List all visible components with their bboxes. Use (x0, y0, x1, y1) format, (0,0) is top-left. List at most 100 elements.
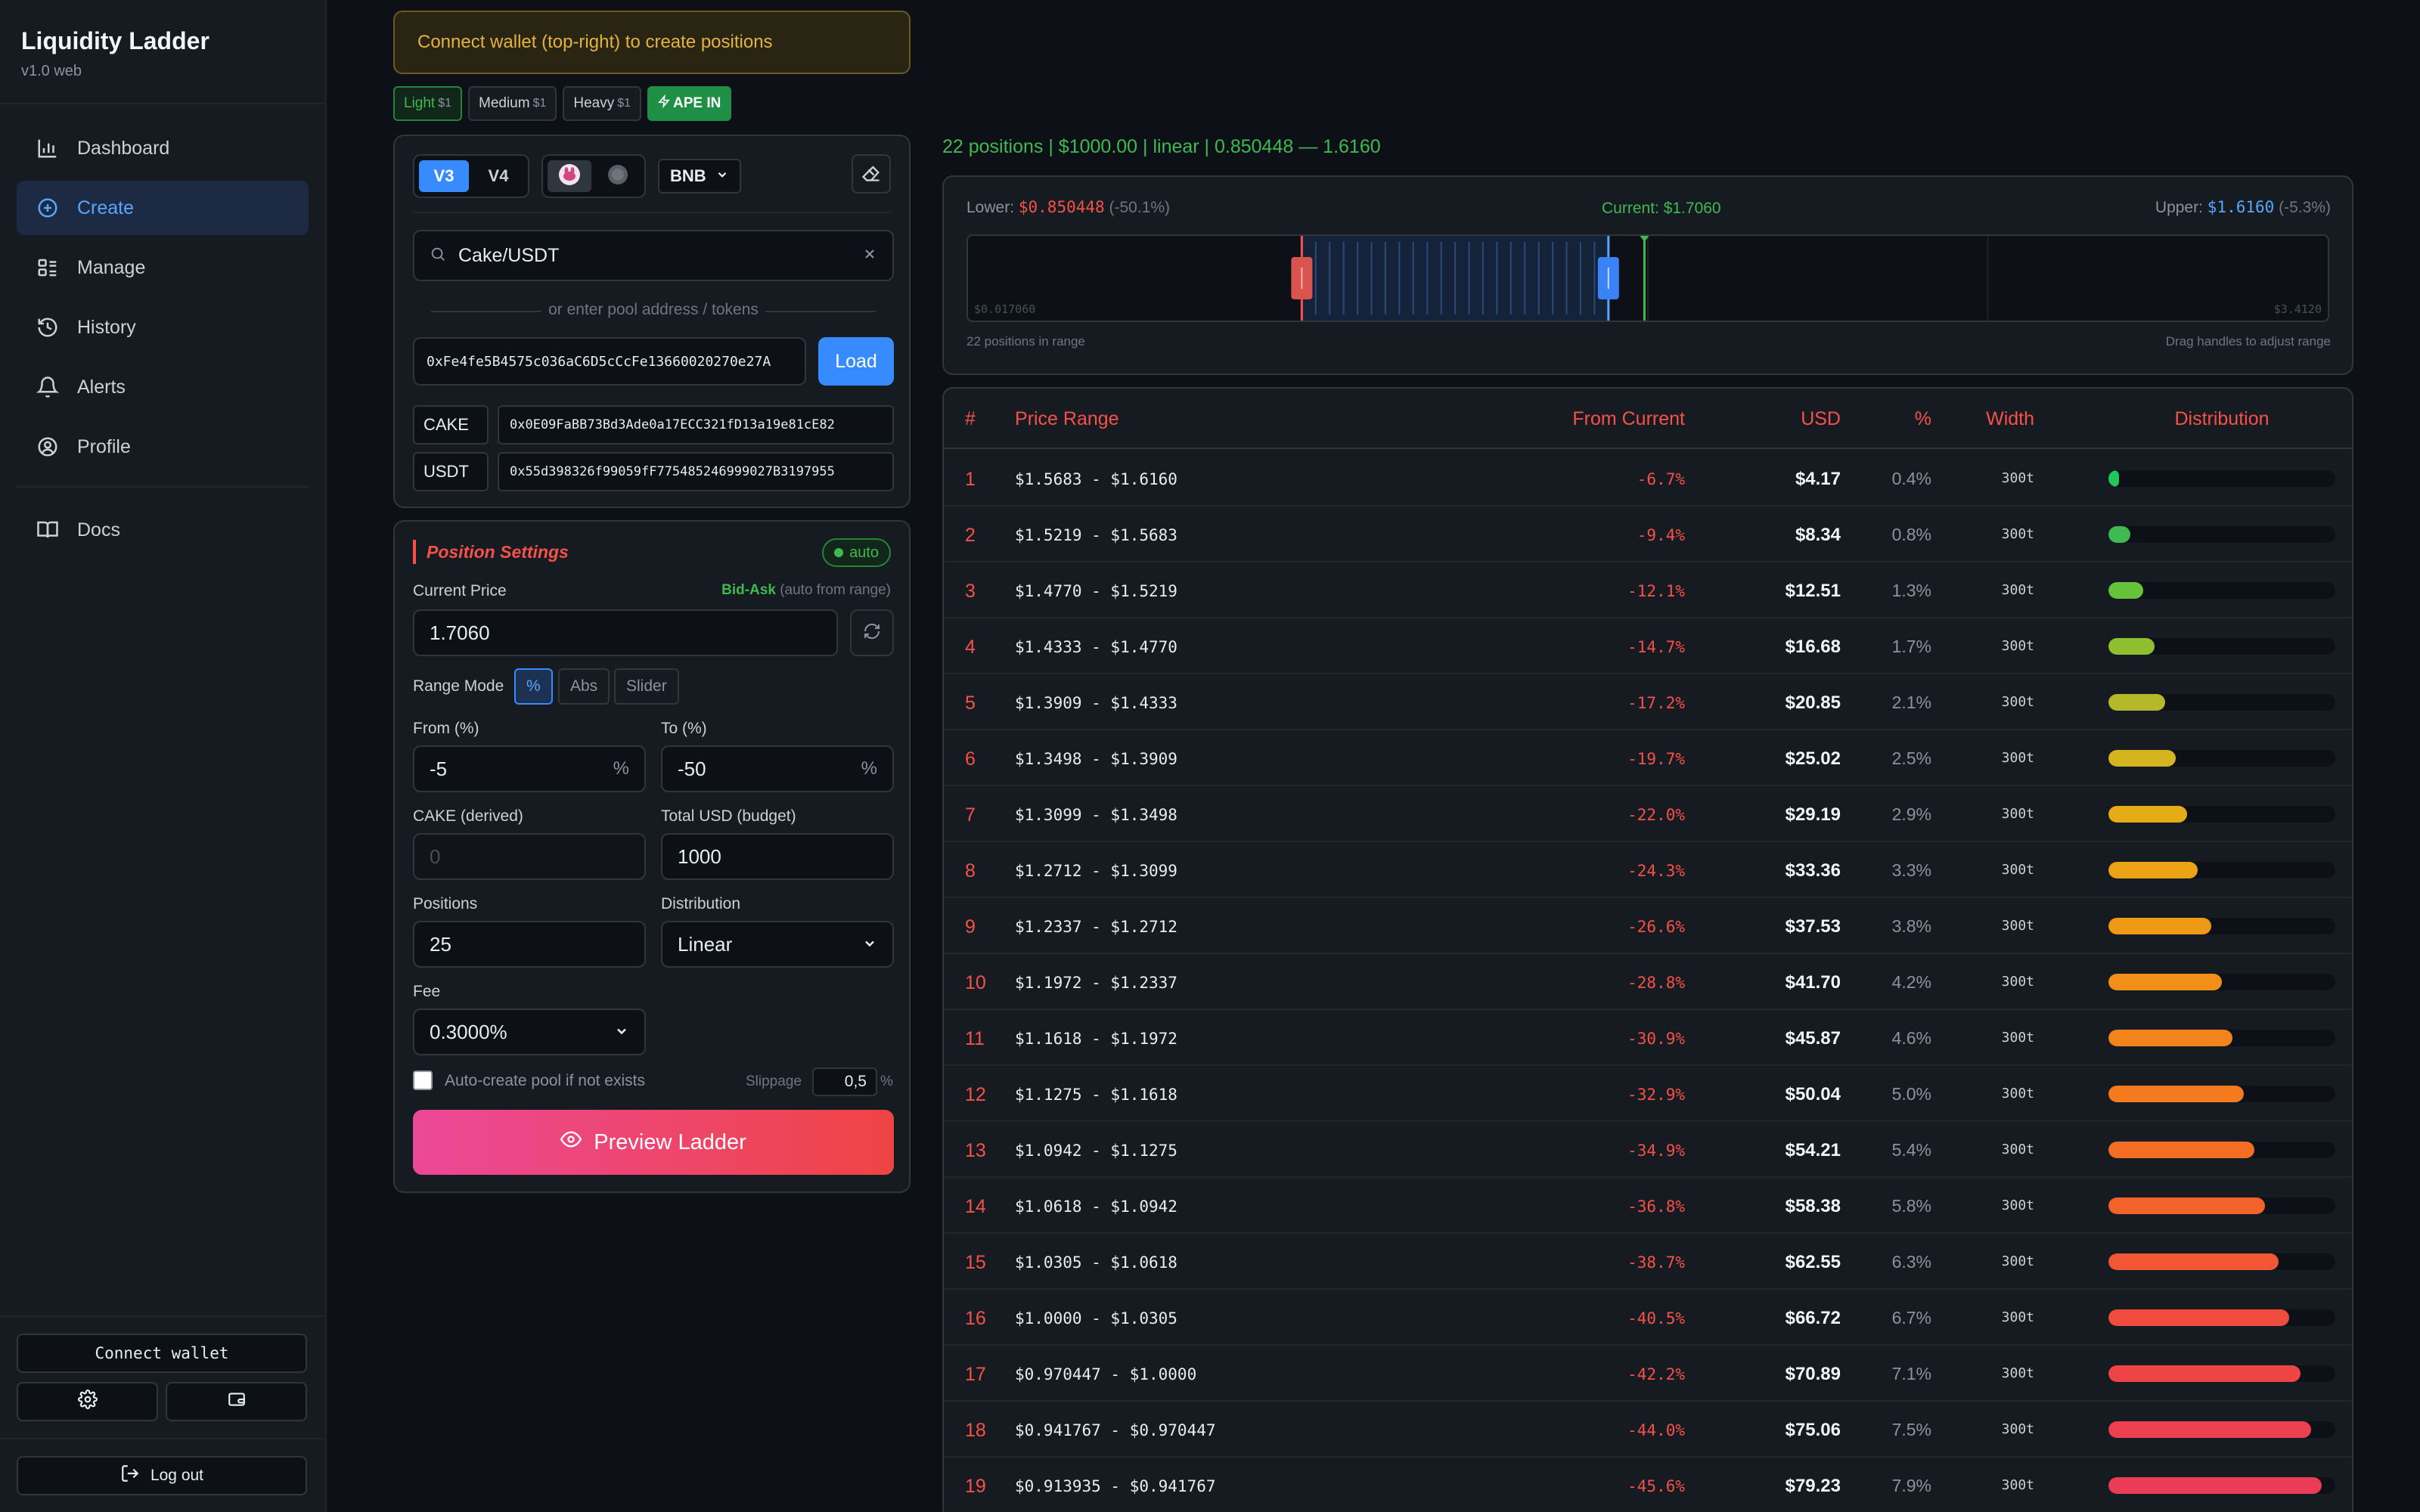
plus-circle-icon (36, 197, 59, 219)
budget-input[interactable]: 1000 (661, 833, 894, 880)
row-pct: 7.5% (1891, 1420, 1931, 1439)
table-row[interactable]: 14 $1.0618 - $1.0942 -36.8% $58.38 5.8% 300t (944, 1178, 2352, 1234)
sidebar-item-alerts[interactable]: Alerts (17, 360, 309, 414)
chain-select[interactable]: BNB (658, 159, 741, 194)
ape-in-button[interactable]: APE IN (647, 86, 732, 121)
sidebar-item-docs[interactable]: Docs (17, 503, 309, 557)
distribution-fill (2108, 750, 2176, 767)
load-button[interactable]: Load (818, 337, 894, 386)
dex-uniswap-button[interactable] (596, 160, 640, 192)
history-icon (36, 316, 59, 339)
table-row[interactable]: 10 $1.1972 - $1.2337 -28.8% $41.70 4.2% 300t (944, 954, 2352, 1010)
from-input[interactable]: -5 % (413, 745, 646, 792)
auto-create-checkbox[interactable] (413, 1070, 433, 1090)
version-toggle: V3 V4 (413, 154, 529, 198)
current-price-input[interactable]: 1.7060 (413, 609, 838, 656)
slippage-suffix: % (880, 1074, 893, 1089)
range-mode-percent[interactable]: % (514, 668, 553, 705)
preview-ladder-button[interactable]: Preview Ladder (413, 1110, 894, 1175)
token0-symbol-input[interactable]: CAKE (413, 405, 489, 445)
table-row[interactable]: 5 $1.3909 - $1.4333 -17.2% $20.85 2.1% 300t (944, 674, 2352, 730)
upper-value: $1.6160 (2207, 198, 2275, 216)
version-v4-button[interactable]: V4 (473, 160, 523, 192)
sidebar-item-history[interactable]: History (17, 300, 309, 355)
settings-button[interactable] (17, 1382, 158, 1421)
range-mode-abs[interactable]: Abs (558, 668, 610, 705)
row-pct: 7.9% (1891, 1476, 1931, 1495)
close-icon[interactable] (862, 246, 877, 265)
table-row[interactable]: 15 $1.0305 - $1.0618 -38.7% $62.55 6.3% 300t (944, 1234, 2352, 1290)
sidebar-item-label: Alerts (77, 376, 126, 398)
pair-search-input[interactable]: Cake/USDT (413, 230, 894, 281)
token1-address-input[interactable]: 0x55d398326f99059fF775485246999027B31979… (498, 452, 894, 491)
table-row[interactable]: 7 $1.3099 - $1.3498 -22.0% $29.19 2.9% 300t (944, 786, 2352, 842)
row-width: 300t (2001, 1030, 2034, 1046)
logout-button[interactable]: Log out (17, 1456, 307, 1495)
refresh-price-button[interactable] (850, 609, 894, 656)
row-from-current: -32.9% (1627, 1086, 1685, 1104)
pool-address-input[interactable]: 0xFe4fe5B4575c036aC6D5cCcFe13660020270e2… (413, 337, 806, 386)
derived-input: 0 (413, 833, 646, 880)
preset-light-button[interactable]: Light $1 (393, 86, 462, 121)
table-row[interactable]: 1 $1.5683 - $1.6160 -6.7% $4.17 0.4% 300t (944, 451, 2352, 507)
table-row[interactable]: 12 $1.1275 - $1.1618 -32.9% $50.04 5.0% 300t (944, 1066, 2352, 1122)
wallet-button[interactable] (166, 1382, 307, 1421)
table-row[interactable]: 9 $1.2337 - $1.2712 -26.6% $37.53 3.8% 300t (944, 898, 2352, 954)
dex-toggle (541, 154, 646, 198)
preset-bar: Light $1 Medium $1 Heavy $1 APE IN (393, 86, 732, 121)
slippage-input[interactable]: 0,5 (812, 1067, 877, 1096)
row-pct: 7.1% (1891, 1364, 1931, 1383)
version-v3-button[interactable]: V3 (419, 160, 469, 192)
table-row[interactable]: 13 $1.0942 - $1.1275 -34.9% $54.21 5.4% 300t (944, 1122, 2352, 1178)
preset-heavy-button[interactable]: Heavy $1 (563, 86, 642, 121)
row-price-range: $0.970447 - $1.0000 (1015, 1365, 1197, 1383)
preset-price: $1 (532, 97, 547, 110)
fee-value: 0.3000% (430, 1020, 507, 1043)
sidebar-item-manage[interactable]: Manage (17, 240, 309, 295)
positions-input[interactable]: 25 (413, 921, 646, 968)
preset-medium-button[interactable]: Medium $1 (468, 86, 557, 121)
table-row[interactable]: 19 $0.913935 - $0.941767 -45.6% $79.23 7.9% 3… (944, 1458, 2352, 1512)
app-title: Liquidity Ladder (21, 27, 209, 54)
sidebar-item-dashboard[interactable]: Dashboard (17, 121, 309, 175)
table-row[interactable]: 4 $1.4333 - $1.4770 -14.7% $16.68 1.7% 300t (944, 618, 2352, 674)
connect-wallet-button[interactable]: Connect wallet (17, 1334, 307, 1373)
dex-pancake-button[interactable] (548, 160, 591, 192)
range-slider-graphic: $0.017060 $3.4120 (974, 236, 2322, 321)
upper-pct: (-5.3%) (2279, 199, 2331, 216)
table-row[interactable]: 17 $0.970447 - $1.0000 -42.2% $70.89 7.1% 300… (944, 1346, 2352, 1402)
range-slider-track[interactable]: $0.017060 $3.4120 (966, 234, 2329, 322)
row-index: 10 (965, 972, 986, 993)
token0-address-input[interactable]: 0x0E09FaBB73Bd3Ade0a17ECC321fD13a19e81cE… (498, 405, 894, 445)
distribution-bar (2108, 974, 2335, 990)
row-index: 2 (965, 525, 976, 546)
range-mode-label: Range Mode (413, 677, 504, 695)
clear-button[interactable] (852, 154, 891, 194)
distribution-select[interactable]: Linear (661, 921, 894, 968)
sidebar-item-create[interactable]: Create (17, 181, 309, 235)
current-price-label: Current Price (413, 582, 507, 600)
max-tick-label: $3.4120 (2274, 302, 2322, 316)
table-row[interactable]: 16 $1.0000 - $1.0305 -40.5% $66.72 6.7% 300t (944, 1290, 2352, 1346)
table-row[interactable]: 18 $0.941767 - $0.970447 -44.0% $75.06 7.5% 3… (944, 1402, 2352, 1458)
row-pct: 5.4% (1891, 1140, 1931, 1160)
range-mode-slider[interactable]: Slider (614, 668, 679, 705)
auto-badge[interactable]: auto (822, 538, 891, 567)
table-row[interactable]: 8 $1.2712 - $1.3099 -24.3% $33.36 3.3% 300t (944, 842, 2352, 898)
table-row[interactable]: 11 $1.1618 - $1.1972 -30.9% $45.87 4.6% 300t (944, 1010, 2352, 1066)
table-row[interactable]: 6 $1.3498 - $1.3909 -19.7% $25.02 2.5% 300t (944, 730, 2352, 786)
row-from-current: -19.7% (1627, 750, 1685, 768)
table-row[interactable]: 3 $1.4770 - $1.5219 -12.1% $12.51 1.3% 300t (944, 562, 2352, 618)
row-index: 1 (965, 469, 976, 490)
sidebar-item-profile[interactable]: Profile (17, 420, 309, 474)
eraser-icon (861, 162, 882, 187)
to-input[interactable]: -50 % (661, 745, 894, 792)
table-row[interactable]: 2 $1.5219 - $1.5683 -9.4% $8.34 0.8% 300t (944, 507, 2352, 562)
row-width: 300t (2001, 806, 2034, 822)
row-usd: $16.68 (1785, 637, 1841, 657)
row-usd: $58.38 (1785, 1196, 1841, 1216)
position-settings-panel: Position Settings auto Current Price Bid… (393, 520, 911, 1193)
distribution-bar (2108, 1030, 2335, 1046)
fee-select[interactable]: 0.3000% (413, 1009, 646, 1055)
token1-symbol-input[interactable]: USDT (413, 452, 489, 491)
